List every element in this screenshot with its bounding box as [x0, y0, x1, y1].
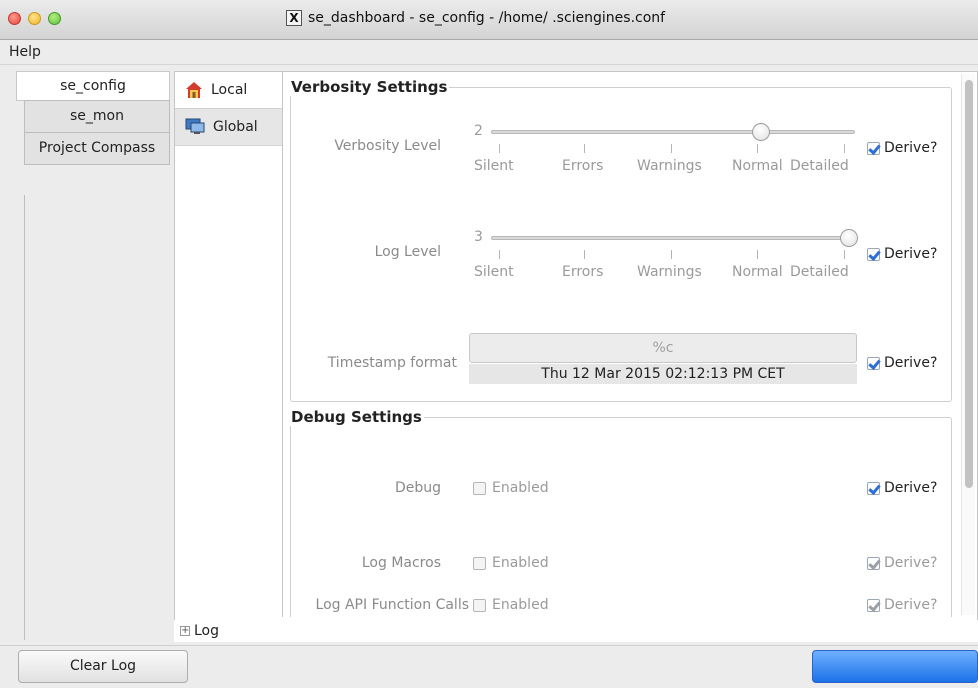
log-api-calls-label: Log API Function Calls — [315, 597, 469, 613]
tick-errors: Errors — [562, 264, 604, 280]
timestamp-derive-checkbox[interactable]: Derive? — [867, 355, 937, 371]
tick-silent: Silent — [474, 158, 514, 174]
tab-se-config[interactable]: se_config — [16, 71, 170, 101]
tab-divider — [24, 195, 25, 640]
checkbox-unchecked-icon — [473, 481, 486, 495]
tick — [671, 250, 672, 259]
menu-bar: Help — [0, 40, 978, 65]
tick — [499, 250, 500, 259]
log-api-calls-derive-checkbox[interactable]: Derive? — [867, 597, 937, 613]
checkbox-checked-icon — [867, 247, 880, 261]
tick-silent: Silent — [474, 264, 514, 280]
settings-content: Verbosity Settings Verbosity Level 2 Sil… — [287, 72, 957, 617]
tick-warnings: Warnings — [637, 158, 702, 174]
tick-warnings: Warnings — [637, 264, 702, 280]
debug-label: Debug — [394, 480, 441, 496]
log-level-knob[interactable] — [840, 229, 858, 247]
checkbox-unchecked-icon — [473, 598, 486, 612]
derive-label: Derive? — [884, 480, 938, 496]
log-macros-derive-checkbox[interactable]: Derive? — [867, 555, 937, 571]
tick — [844, 250, 845, 259]
enabled-label: Enabled — [492, 555, 549, 571]
bottom-bar: Clear Log — [0, 645, 978, 688]
verbosity-level-label: Verbosity Level — [334, 138, 441, 154]
title-bar: X se_dashboard - se_config - /home/ .sci… — [0, 0, 978, 40]
tab-se-mon[interactable]: se_mon — [24, 100, 170, 133]
tick — [844, 144, 845, 153]
log-level-derive-checkbox[interactable]: Derive? — [867, 246, 937, 262]
menu-help[interactable]: Help — [9, 44, 41, 60]
tick — [757, 144, 758, 153]
log-macros-enabled-checkbox[interactable]: Enabled — [473, 555, 549, 571]
tab-global[interactable]: Global — [175, 109, 282, 146]
tab-project-compass[interactable]: Project Compass — [24, 132, 170, 165]
enabled-label: Enabled — [492, 597, 549, 613]
close-window-button[interactable] — [8, 12, 21, 25]
vertical-scrollbar[interactable] — [961, 74, 975, 615]
log-label: Log — [194, 623, 220, 639]
debug-enabled-checkbox[interactable]: Enabled — [473, 480, 549, 496]
tick-normal: Normal — [732, 158, 783, 174]
debug-settings-title: Debug Settings — [291, 408, 422, 426]
tick — [671, 144, 672, 153]
minimize-window-button[interactable] — [28, 12, 41, 25]
window-title: X se_dashboard - se_config - /home/ .sci… — [286, 10, 665, 26]
main-area: se_config se_mon Project Compass Local G… — [0, 65, 978, 645]
checkbox-checked-icon — [867, 598, 880, 612]
window-title-text: se_dashboard - se_config - /home/ .scien… — [308, 10, 666, 26]
timestamp-preview: Thu 12 Mar 2015 02:12:13 PM CET — [469, 364, 857, 384]
zoom-window-button[interactable] — [48, 12, 61, 25]
debug-derive-checkbox[interactable]: Derive? — [867, 480, 937, 496]
tick-errors: Errors — [562, 158, 604, 174]
log-level-label: Log Level — [374, 244, 441, 260]
tick — [584, 250, 585, 259]
log-expander[interactable]: + Log — [174, 620, 978, 642]
log-level-slider[interactable] — [491, 236, 855, 240]
tab-global-label: Global — [213, 119, 258, 135]
derive-label: Derive? — [884, 555, 938, 571]
checkbox-checked-icon — [867, 141, 880, 155]
enabled-label: Enabled — [492, 480, 549, 496]
checkbox-checked-icon — [867, 556, 880, 570]
timestamp-format-input[interactable]: %c — [469, 333, 857, 363]
derive-label: Derive? — [884, 246, 938, 262]
scope-tab-bar: Local Global — [175, 72, 283, 617]
scrollbar-thumb[interactable] — [965, 80, 973, 488]
log-api-calls-enabled-checkbox[interactable]: Enabled — [473, 597, 549, 613]
verbosity-level-value: 2 — [474, 123, 483, 139]
house-icon — [185, 81, 203, 99]
x11-icon: X — [286, 10, 302, 26]
checkbox-unchecked-icon — [473, 556, 486, 570]
primary-action-button[interactable] — [812, 650, 978, 683]
verbosity-level-slider[interactable] — [491, 130, 855, 134]
log-level-value: 3 — [474, 229, 483, 245]
tick — [757, 250, 758, 259]
checkbox-checked-icon — [867, 356, 880, 370]
clear-log-button[interactable]: Clear Log — [18, 650, 188, 683]
derive-label: Derive? — [884, 140, 938, 156]
tick — [499, 144, 500, 153]
debug-settings-group: Debug Settings — [290, 408, 952, 617]
derive-label: Derive? — [884, 597, 938, 613]
config-panel: Local Global Verbosity Settings Verbosit… — [174, 71, 978, 621]
derive-label: Derive? — [884, 355, 938, 371]
verbosity-derive-checkbox[interactable]: Derive? — [867, 140, 937, 156]
verbosity-level-knob[interactable] — [752, 123, 770, 141]
tick-detailed: Detailed — [790, 158, 849, 174]
log-macros-label: Log Macros — [361, 555, 441, 571]
tick — [584, 144, 585, 153]
checkbox-checked-icon — [867, 481, 880, 495]
expand-plus-icon: + — [180, 625, 190, 636]
left-tab-bar: se_config se_mon Project Compass — [16, 71, 170, 165]
verbosity-settings-title: Verbosity Settings — [291, 78, 448, 96]
tick-normal: Normal — [732, 264, 783, 280]
timestamp-format-label: Timestamp format — [327, 355, 457, 371]
tab-local-label: Local — [211, 82, 248, 98]
monitor-icon — [185, 118, 205, 136]
tab-local[interactable]: Local — [175, 72, 282, 109]
tick-detailed: Detailed — [790, 264, 849, 280]
